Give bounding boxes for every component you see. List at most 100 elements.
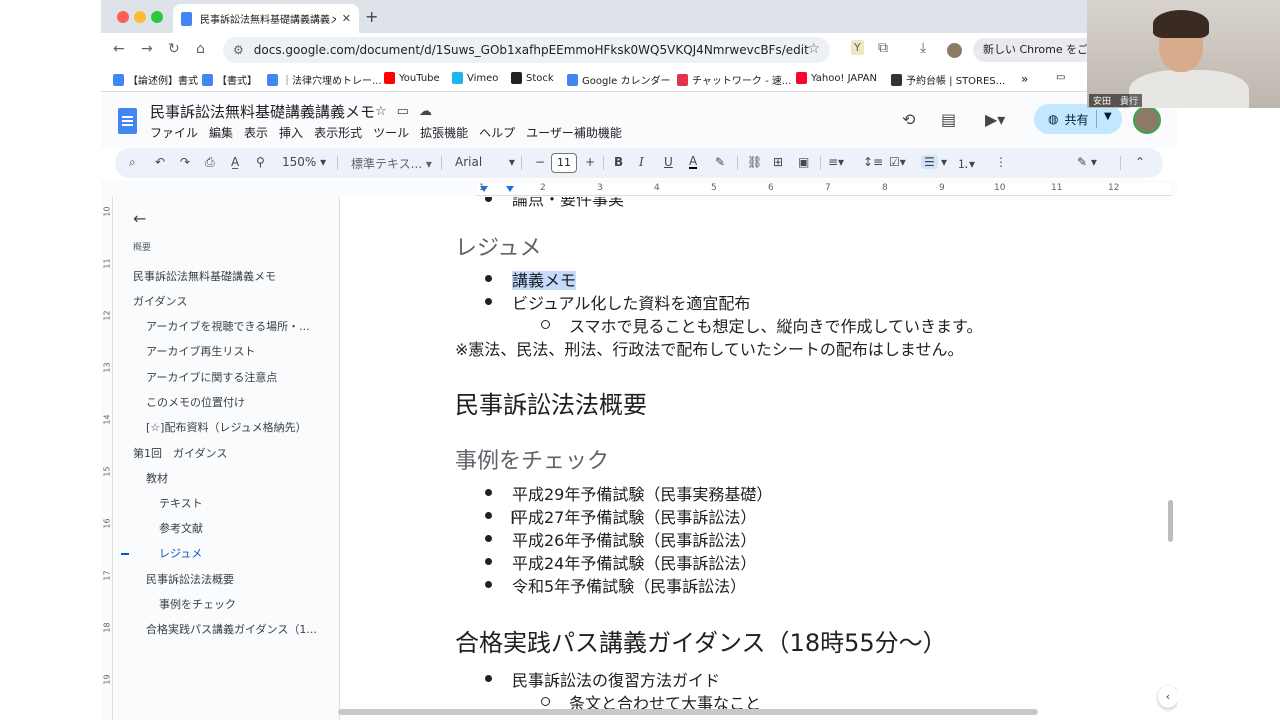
share-button[interactable]: ◍ 共有 ▼ <box>1034 104 1122 134</box>
numbered-list-icon[interactable]: ⒈▾ <box>957 155 975 172</box>
print-icon[interactable]: ⎙ <box>205 155 215 170</box>
address-bar[interactable]: ⚙ docs.google.com/document/d/1Suws_GOb1x… <box>223 37 830 63</box>
bookmark-item[interactable]: チャットワーク - 速... <box>677 72 791 87</box>
forward-icon[interactable]: → <box>141 41 153 57</box>
comments-icon[interactable]: ▤ <box>941 110 956 129</box>
bookmark-item[interactable]: Yahoo! JAPAN <box>796 72 877 84</box>
new-tab-button[interactable]: + <box>365 7 378 26</box>
menu-help[interactable]: ヘルプ <box>479 126 515 140</box>
outline-item-active[interactable]: レジュメ <box>159 545 202 561</box>
cloud-status-icon[interactable]: ☁ <box>419 104 442 119</box>
horizontal-ruler[interactable]: 1 2 3 4 5 6 7 8 9 10 11 12 <box>477 183 1171 196</box>
outline-item[interactable]: 事例をチェック <box>159 596 236 612</box>
outline-item[interactable]: アーカイブを視聴できる場所・... <box>146 318 310 334</box>
side-panel-toggle-icon[interactable]: ‹ <box>1158 686 1177 708</box>
outline-item[interactable]: このメモの位置付け <box>146 394 245 410</box>
menu-tools[interactable]: ツール <box>373 126 409 140</box>
underline-icon[interactable]: U <box>664 155 673 169</box>
checklist-icon[interactable]: ☑▾ <box>889 155 906 169</box>
bold-icon[interactable]: B <box>614 155 623 169</box>
outline-item[interactable]: 民事訴訟法無料基礎講義メモ <box>133 268 276 284</box>
bookmark-item[interactable]: Vimeo <box>452 72 498 84</box>
undo-icon[interactable]: ↶ <box>155 155 165 169</box>
menu-accessibility[interactable]: ユーザー補助機能 <box>526 126 622 140</box>
profile-icon[interactable] <box>947 43 962 58</box>
outline-item[interactable]: 民事訴訟法法概要 <box>146 571 234 587</box>
outline-item[interactable]: アーカイブ再生リスト <box>146 343 255 359</box>
site-info-icon[interactable]: ⚙ <box>233 43 244 57</box>
outline-item[interactable]: [☆]配布資料（レジュメ格納先） <box>146 419 307 435</box>
bookmark-item[interactable]: 予約台帳 | STORES... <box>891 72 1005 87</box>
extension-y-icon[interactable]: Y <box>851 40 864 55</box>
menu-file[interactable]: ファイル <box>150 126 198 140</box>
tab-close-icon[interactable]: ✕ <box>342 12 351 25</box>
reload-icon[interactable]: ↻ <box>168 41 180 57</box>
font-size-decrease-icon[interactable]: − <box>535 155 545 169</box>
menu-extensions[interactable]: 拡張機能 <box>420 126 468 140</box>
move-folder-icon[interactable]: ▭ <box>397 104 419 119</box>
redo-icon[interactable]: ↷ <box>180 155 190 169</box>
bulleted-list-dropdown-icon[interactable]: ▾ <box>941 155 947 169</box>
active-tab[interactable]: 民事訴訟法無料基礎講義講義メモ ✕ <box>173 4 359 33</box>
meet-icon[interactable]: ▶▾ <box>985 110 1005 129</box>
home-icon[interactable]: ⌂ <box>196 41 205 57</box>
paint-format-icon[interactable]: ⚲ <box>256 155 265 169</box>
outline-item[interactable]: テキスト <box>159 495 203 511</box>
close-window-button[interactable] <box>117 11 129 23</box>
bookmark-item[interactable]: Google カレンダー <box>567 72 670 87</box>
zoom-select[interactable]: 150% ▾ <box>282 155 326 169</box>
text-color-icon[interactable]: A <box>689 155 698 169</box>
more-options-icon[interactable]: ⋮ <box>995 155 1007 169</box>
menu-view[interactable]: 表示 <box>244 126 268 140</box>
avatar[interactable] <box>1133 106 1161 134</box>
document-page[interactable]: 論点・要件事実 レジュメ 講義メモ ビジュアル化した資料を適宜配布 スマホで見る… <box>341 197 1177 720</box>
spellcheck-icon[interactable]: A̲ <box>231 155 239 169</box>
history-icon[interactable]: ⟲ <box>902 110 915 129</box>
extensions-icon[interactable]: ⧉ <box>878 40 888 56</box>
outline-item[interactable]: 参考文献 <box>159 520 203 536</box>
outline-item[interactable]: 教材 <box>146 470 168 486</box>
font-size-increase-icon[interactable]: + <box>585 155 595 169</box>
search-icon[interactable]: ⌕ <box>129 155 136 170</box>
align-icon[interactable]: ≡▾ <box>828 155 844 169</box>
first-line-indent-marker[interactable] <box>506 186 514 192</box>
outline-item[interactable]: ガイダンス <box>133 293 187 309</box>
hide-menus-icon[interactable]: ⌃ <box>1135 155 1145 169</box>
docs-logo-icon[interactable] <box>118 108 137 134</box>
add-comment-icon[interactable]: ⊞ <box>773 155 783 169</box>
close-outline-icon[interactable]: ← <box>133 209 146 228</box>
document-title[interactable]: 民事訴訟法無料基礎講義講義メモ <box>150 101 375 122</box>
bookmark-star-icon[interactable]: ☆ <box>807 41 820 57</box>
font-select[interactable]: Arial ▾ <box>455 155 515 169</box>
download-icon[interactable]: ⤓ <box>920 40 926 56</box>
share-dropdown-icon[interactable]: ▼ <box>1104 111 1112 122</box>
horizontal-scrollbar[interactable] <box>338 709 1038 715</box>
minimize-window-button[interactable] <box>134 11 146 23</box>
back-icon[interactable]: ← <box>113 41 125 57</box>
italic-icon[interactable]: I <box>639 155 644 169</box>
bookmark-item[interactable]: 【論述例】書式 <box>113 72 198 87</box>
menu-edit[interactable]: 編集 <box>209 126 233 140</box>
bookmark-item[interactable]: YouTube <box>384 72 440 84</box>
maximize-window-button[interactable] <box>151 11 163 23</box>
menu-insert[interactable]: 挿入 <box>279 126 303 140</box>
menu-format[interactable]: 表示形式 <box>314 126 362 140</box>
outline-item[interactable]: 第1回 ガイダンス <box>133 445 227 461</box>
bookmark-item[interactable]: 【書式】 <box>202 72 257 87</box>
outline-item[interactable]: 合格実践パス講義ガイダンス（1... <box>146 621 317 637</box>
bookmark-item[interactable]: ｜法律穴埋めトレー... <box>267 72 382 87</box>
editing-mode-icon[interactable]: ✎ ▾ <box>1077 155 1097 169</box>
bulleted-list-icon[interactable]: ☰ <box>921 155 938 169</box>
bookmark-item[interactable]: Stock <box>511 72 554 84</box>
outline-item[interactable]: アーカイブに関する注意点 <box>146 369 277 385</box>
highlight-icon[interactable]: ✎ <box>715 155 725 169</box>
star-icon[interactable]: ☆ <box>375 104 397 119</box>
folder-icon[interactable]: ▭ <box>1056 72 1065 83</box>
insert-image-icon[interactable]: ▣ <box>798 155 809 169</box>
font-size-input[interactable]: 11 <box>551 153 577 173</box>
link-icon[interactable]: ⛓ <box>747 155 762 169</box>
style-select[interactable]: 標準テキス... ▾ <box>351 155 432 172</box>
more-bookmarks-icon[interactable]: » <box>1021 72 1028 86</box>
line-spacing-icon[interactable]: ↕≡ <box>863 155 883 169</box>
vertical-scrollbar[interactable] <box>1168 500 1173 542</box>
